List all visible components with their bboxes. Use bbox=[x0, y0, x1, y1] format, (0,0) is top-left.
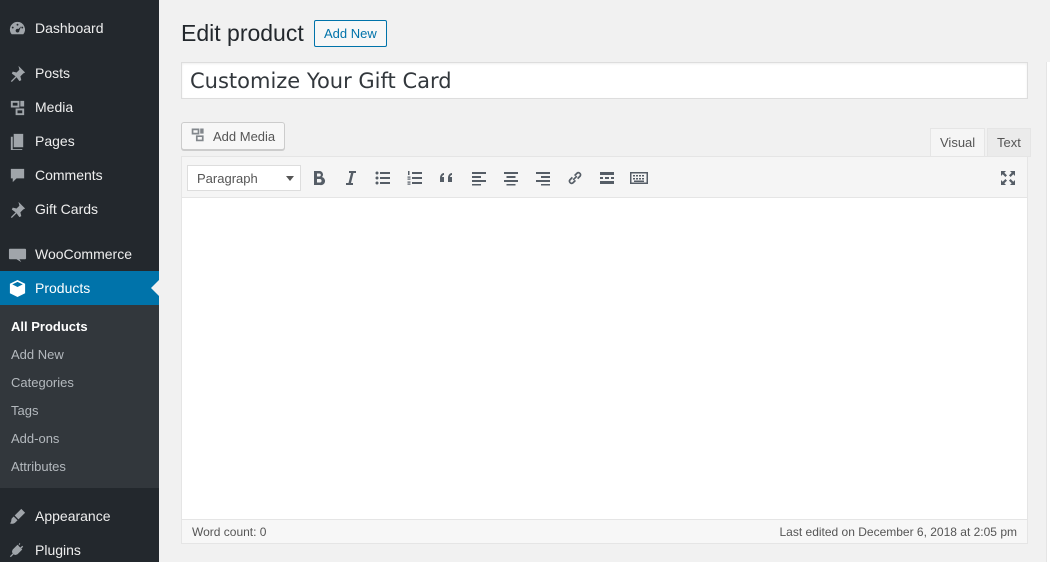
align-left-button[interactable] bbox=[467, 166, 491, 190]
read-more-icon bbox=[600, 172, 614, 184]
bulleted-list-icon bbox=[375, 171, 390, 185]
link-icon bbox=[568, 171, 582, 185]
menu-label: Plugins bbox=[35, 542, 81, 558]
submenu-tags[interactable]: Tags bbox=[11, 403, 38, 418]
menu-label: Posts bbox=[35, 65, 71, 81]
italic-icon bbox=[346, 171, 356, 185]
menu-comments[interactable]: Comments bbox=[0, 158, 159, 192]
bold-icon bbox=[314, 171, 326, 186]
keyboard-icon bbox=[630, 172, 648, 184]
box-icon bbox=[0, 279, 35, 298]
insert-link-button[interactable] bbox=[563, 166, 587, 190]
admin-sidebar: Dashboard Posts Media Pages Comments Gif… bbox=[0, 0, 159, 562]
bulleted-list-button[interactable] bbox=[371, 166, 395, 190]
align-left-icon bbox=[472, 172, 486, 186]
numbered-list-button[interactable] bbox=[403, 166, 427, 190]
align-center-button[interactable] bbox=[499, 166, 523, 190]
fullscreen-icon bbox=[1001, 171, 1015, 185]
menu-label: Pages bbox=[35, 133, 75, 149]
submenu-attributes[interactable]: Attributes bbox=[11, 459, 66, 474]
woocommerce-icon bbox=[0, 245, 35, 264]
comment-icon bbox=[0, 166, 35, 185]
tab-text[interactable]: Text bbox=[987, 128, 1031, 157]
tab-visual[interactable]: Visual bbox=[930, 128, 986, 157]
menu-products[interactable]: Products bbox=[0, 271, 159, 305]
menu-posts[interactable]: Posts bbox=[0, 56, 159, 90]
format-select[interactable]: Paragraph bbox=[187, 165, 301, 191]
toolbar-toggle-button[interactable] bbox=[627, 166, 651, 190]
submenu-add-new[interactable]: Add New bbox=[11, 347, 64, 362]
editor-content-area[interactable] bbox=[182, 198, 1027, 520]
pages-icon bbox=[0, 132, 35, 151]
read-more-button[interactable] bbox=[595, 166, 619, 190]
pin-icon bbox=[0, 200, 35, 219]
media-icon bbox=[0, 98, 35, 117]
blockquote-button[interactable] bbox=[435, 166, 459, 190]
menu-appearance[interactable]: Appearance bbox=[0, 499, 159, 533]
brush-icon bbox=[0, 507, 35, 526]
add-media-icon bbox=[190, 126, 207, 146]
numbered-list-icon bbox=[407, 171, 422, 185]
editor-toolbar: Paragraph bbox=[182, 157, 1027, 198]
add-media-button[interactable]: Add Media bbox=[181, 122, 286, 150]
menu-label: Products bbox=[35, 280, 91, 296]
submenu-all-products[interactable]: All Products bbox=[11, 319, 88, 334]
page-title: Edit product bbox=[181, 20, 304, 46]
menu-label: Comments bbox=[35, 167, 103, 183]
chevron-down-icon bbox=[286, 176, 294, 181]
sidebar-metabox-edge bbox=[1046, 62, 1050, 562]
plug-icon bbox=[0, 541, 35, 560]
dashboard-icon bbox=[0, 19, 35, 38]
menu-woocommerce[interactable]: WooCommerce bbox=[0, 237, 159, 271]
content-editor: Paragraph Word count: 0 Last edited on D… bbox=[181, 156, 1028, 544]
menu-label: Dashboard bbox=[35, 20, 104, 36]
align-center-icon bbox=[504, 172, 518, 186]
products-submenu: All Products Add New Categories Tags Add… bbox=[0, 305, 159, 488]
format-select-value: Paragraph bbox=[197, 170, 258, 186]
menu-label: Gift Cards bbox=[35, 201, 99, 217]
menu-media[interactable]: Media bbox=[0, 90, 159, 124]
align-right-icon bbox=[536, 172, 550, 186]
menu-label: WooCommerce bbox=[35, 246, 132, 262]
menu-gift-cards[interactable]: Gift Cards bbox=[0, 192, 159, 226]
menu-dashboard[interactable]: Dashboard bbox=[0, 11, 159, 45]
align-right-button[interactable] bbox=[531, 166, 555, 190]
last-edited: Last edited on December 6, 2018 at 2:05 … bbox=[779, 525, 1018, 539]
menu-pages[interactable]: Pages bbox=[0, 124, 159, 158]
menu-plugins[interactable]: Plugins bbox=[0, 533, 159, 562]
add-new-button[interactable]: Add New bbox=[314, 20, 387, 47]
editor-statusbar: Word count: 0 Last edited on December 6,… bbox=[182, 519, 1027, 543]
menu-label: Appearance bbox=[35, 508, 111, 524]
menu-label: Media bbox=[35, 99, 74, 115]
word-count: Word count: 0 bbox=[192, 525, 267, 539]
submenu-categories[interactable]: Categories bbox=[11, 375, 74, 390]
bold-button[interactable] bbox=[307, 166, 331, 190]
pin-icon bbox=[0, 64, 35, 83]
submenu-add-ons[interactable]: Add-ons bbox=[11, 431, 59, 446]
italic-button[interactable] bbox=[339, 166, 363, 190]
add-media-label: Add Media bbox=[213, 128, 276, 144]
product-title-input[interactable] bbox=[181, 62, 1028, 99]
fullscreen-button[interactable] bbox=[996, 166, 1020, 190]
quote-icon bbox=[440, 173, 452, 182]
